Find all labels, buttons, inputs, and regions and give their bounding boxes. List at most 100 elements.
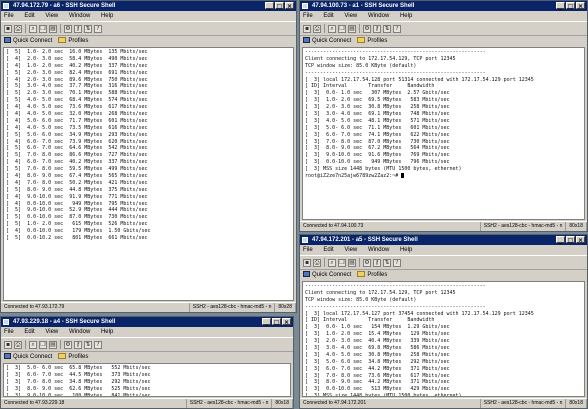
toolbar: ▪ ⎙ ⌕ ❐ ▤ ⚙ ⚷ ⇅?: [1, 337, 293, 352]
menu-edit[interactable]: Edit: [323, 247, 333, 253]
close-button[interactable]: ×: [576, 236, 585, 244]
menu-window[interactable]: Window: [69, 13, 90, 19]
close-button[interactable]: ×: [282, 318, 291, 326]
paste-icon[interactable]: ▤: [49, 24, 57, 33]
menu-edit[interactable]: Edit: [24, 13, 34, 19]
maximize-button[interactable]: □: [566, 2, 575, 10]
status-cipher: SSH2 - aes128-cbc - hmac-md5 - n: [481, 222, 567, 231]
key-icon[interactable]: ⚷: [74, 340, 82, 349]
copy-icon[interactable]: ❐: [39, 340, 47, 349]
profiles-button[interactable]: Profiles: [58, 352, 88, 363]
help-icon[interactable]: ?: [393, 24, 401, 33]
menu-help[interactable]: Help: [400, 247, 412, 253]
menu-edit[interactable]: Edit: [24, 329, 34, 335]
folder-icon: [357, 37, 366, 43]
help-icon[interactable]: ?: [94, 340, 102, 349]
settings-icon[interactable]: ⚙: [363, 258, 371, 267]
profiles-button[interactable]: Profiles: [58, 36, 88, 47]
key-icon[interactable]: ⚷: [74, 24, 82, 33]
menu-help[interactable]: Help: [101, 329, 113, 335]
menu-view[interactable]: View: [45, 13, 58, 19]
ssh-window-topleft[interactable]: 47.94.172.79 - a6 - SSH Secure Shell _ □…: [0, 0, 297, 313]
find-icon[interactable]: ⌕: [29, 24, 37, 33]
menu-view[interactable]: View: [45, 329, 58, 335]
maximize-button[interactable]: □: [272, 318, 281, 326]
paste-icon[interactable]: ▤: [348, 24, 356, 33]
save-icon[interactable]: ▪: [4, 24, 12, 33]
window-titlebar[interactable]: 47.94.172.201 - a5 - SSH Secure Shell _ …: [300, 235, 587, 245]
find-icon[interactable]: ⌕: [29, 340, 37, 349]
quick-connect-button[interactable]: Quick Connect: [303, 270, 351, 281]
settings-icon[interactable]: ⚙: [64, 340, 72, 349]
ssh-window-topright[interactable]: 47.94.100.73 - a1 - SSH Secure Shell _ □…: [299, 0, 588, 232]
quick-connect-button[interactable]: Quick Connect: [4, 36, 52, 47]
key-icon[interactable]: ⚷: [373, 258, 381, 267]
copy-icon[interactable]: ❐: [338, 258, 346, 267]
settings-icon[interactable]: ⚙: [64, 24, 72, 33]
profiles-button[interactable]: Profiles: [357, 270, 387, 281]
file-transfer-icon[interactable]: ⇅: [383, 258, 391, 267]
maximize-button[interactable]: □: [566, 236, 575, 244]
quick-connect-label: Quick Connect: [312, 38, 352, 44]
terminal-output[interactable]: [ 3] 5.0- 6.0 sec 65.8 MBytes 552 Mbits/…: [3, 363, 291, 397]
paste-icon[interactable]: ▤: [49, 340, 57, 349]
ssh-window-bottomright[interactable]: 47.94.172.201 - a5 - SSH Secure Shell _ …: [299, 234, 588, 409]
close-button[interactable]: ×: [576, 2, 585, 10]
help-icon[interactable]: ?: [94, 24, 102, 33]
maximize-button[interactable]: □: [275, 2, 284, 10]
close-button[interactable]: ×: [285, 2, 294, 10]
minimize-button[interactable]: _: [262, 318, 271, 326]
print-icon[interactable]: ⎙: [313, 258, 321, 267]
file-transfer-icon[interactable]: ⇅: [84, 340, 92, 349]
minimize-button[interactable]: _: [556, 2, 565, 10]
window-titlebar[interactable]: 47.94.172.79 - a6 - SSH Secure Shell _ □…: [1, 1, 296, 11]
terminal-line: [ 5] 1.0- 2.0 sec 615 MBytes 526 Mbits/s…: [6, 221, 148, 228]
menu-file[interactable]: File: [4, 329, 14, 335]
print-icon[interactable]: ⎙: [14, 340, 22, 349]
menu-window[interactable]: Window: [368, 247, 389, 253]
window-titlebar[interactable]: 47.93.229.18 - a4 - SSH Secure Shell _ □…: [1, 317, 293, 327]
menu-view[interactable]: View: [344, 13, 357, 19]
menu-window[interactable]: Window: [368, 13, 389, 19]
file-transfer-icon[interactable]: ⇅: [84, 24, 92, 33]
menu-view[interactable]: View: [344, 247, 357, 253]
save-icon[interactable]: ▪: [4, 340, 12, 349]
terminal-line: [ 3] 8.0- 9.0 sec 67.2 MBytes 564 Mbits/…: [305, 145, 450, 152]
menu-file[interactable]: File: [303, 13, 313, 19]
link-bar: Quick Connect Profiles: [1, 352, 293, 363]
file-transfer-icon[interactable]: ⇅: [383, 24, 391, 33]
paste-icon[interactable]: ▤: [348, 258, 356, 267]
save-icon[interactable]: ▪: [303, 258, 311, 267]
toolbar: ▪ ⎙ ⌕ ❐ ▤ ⚙ ⚷ ⇅?: [1, 21, 296, 36]
print-icon[interactable]: ⎙: [14, 24, 22, 33]
menu-help[interactable]: Help: [101, 13, 113, 19]
print-icon[interactable]: ⎙: [313, 24, 321, 33]
menu-file[interactable]: File: [303, 247, 313, 253]
key-icon[interactable]: ⚷: [373, 24, 381, 33]
copy-icon[interactable]: ❐: [39, 24, 47, 33]
terminal-line: [ 4] 4.0- 5.0 sec 32.0 MBytes 268 Mbits/…: [6, 111, 148, 118]
ssh-window-bottomleft[interactable]: 47.93.229.18 - a4 - SSH Secure Shell _ □…: [0, 316, 294, 409]
quick-connect-button[interactable]: Quick Connect: [4, 352, 52, 363]
terminal-line: ----------------------------------------…: [305, 283, 486, 289]
window-titlebar[interactable]: 47.94.100.73 - a1 - SSH Secure Shell _ □…: [300, 1, 587, 11]
minimize-button[interactable]: _: [265, 2, 274, 10]
menu-file[interactable]: File: [4, 13, 14, 19]
copy-icon[interactable]: ❐: [338, 24, 346, 33]
help-icon[interactable]: ?: [393, 258, 401, 267]
terminal-line: [ 5] 6.0- 7.0 sec 64.6 MBytes 542 Mbits/…: [6, 145, 148, 152]
find-icon[interactable]: ⌕: [328, 24, 336, 33]
find-icon[interactable]: ⌕: [328, 258, 336, 267]
terminal-output[interactable]: ----------------------------------------…: [302, 281, 585, 397]
profiles-button[interactable]: Profiles: [357, 36, 387, 47]
menu-window[interactable]: Window: [69, 329, 90, 335]
menu-help[interactable]: Help: [400, 13, 412, 19]
status-bar: Connected to 47.94.100.73 SSH2 - aes128-…: [300, 221, 587, 231]
settings-icon[interactable]: ⚙: [363, 24, 371, 33]
minimize-button[interactable]: _: [556, 236, 565, 244]
terminal-output[interactable]: ----------------------------------------…: [302, 47, 585, 220]
terminal-output[interactable]: [ 5] 1.0- 2.0 sec 16.0 MBytes 135 Mbits/…: [3, 47, 294, 301]
quick-connect-button[interactable]: Quick Connect: [303, 36, 351, 47]
menu-edit[interactable]: Edit: [323, 13, 333, 19]
save-icon[interactable]: ▪: [303, 24, 311, 33]
